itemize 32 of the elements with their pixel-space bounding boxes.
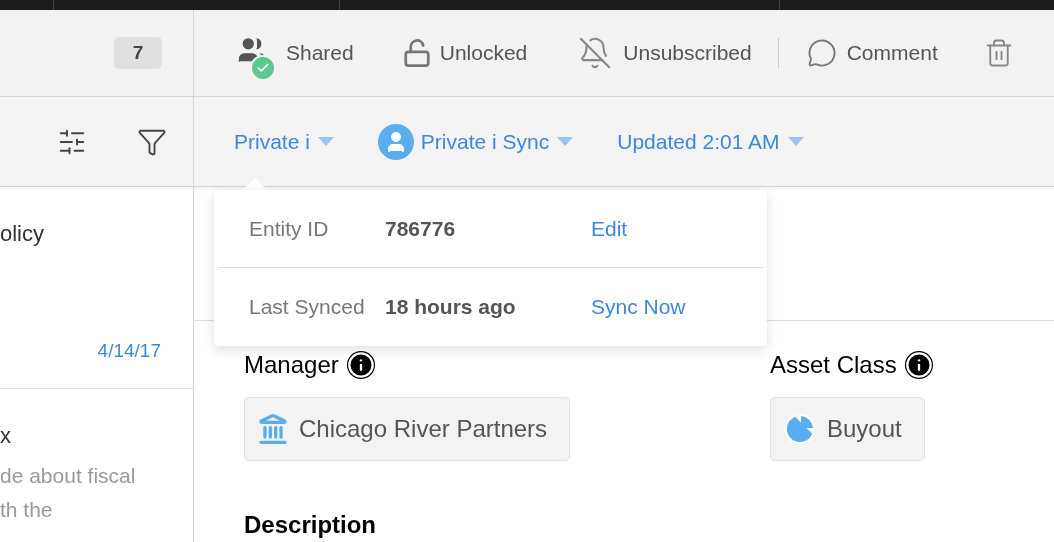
- caret-icon: [787, 137, 804, 146]
- unsubscribed-button[interactable]: Unsubscribed: [575, 36, 752, 70]
- info-icon[interactable]: [346, 351, 375, 379]
- item-snippet: de about fiscal: [0, 463, 136, 489]
- item-title: x: [0, 422, 11, 450]
- bank-icon: [257, 413, 289, 445]
- popover-label: Entity ID: [248, 215, 330, 242]
- field-label: Asset Class: [770, 350, 897, 380]
- popover-label: Last Synced: [248, 294, 366, 321]
- popover-value: 786776: [385, 215, 457, 242]
- info-icon[interactable]: [904, 351, 933, 379]
- item-title: olicy: [0, 220, 44, 248]
- comment-button[interactable]: Comment: [804, 37, 938, 69]
- item-date: 4/14/17: [97, 339, 161, 363]
- unlocked-padlock-icon: [401, 37, 432, 69]
- field-label: Manager: [244, 350, 339, 380]
- popover-link[interactable]: Edit: [591, 212, 628, 245]
- popover-value: 18 hours ago: [385, 294, 517, 321]
- pie-chart-icon: [783, 412, 817, 446]
- popover-link[interactable]: Sync Now: [591, 291, 686, 323]
- shared-button[interactable]: Shared: [232, 23, 354, 83]
- avatar-icon: [377, 123, 414, 160]
- caret-icon: [317, 137, 334, 146]
- section-heading: Description: [244, 513, 378, 537]
- count-badge: 7: [114, 37, 162, 69]
- unlocked-button[interactable]: Unlocked: [401, 37, 528, 69]
- list-item[interactable]: x de about fiscal th the: [0, 389, 193, 542]
- caret-icon: [557, 137, 574, 146]
- item-snippet: th the: [0, 497, 54, 523]
- value-chip[interactable]: Buyout: [770, 397, 925, 461]
- value-chip[interactable]: Chicago River Partners: [244, 397, 571, 461]
- list-item[interactable]: olicy 4/14/17: [0, 187, 193, 389]
